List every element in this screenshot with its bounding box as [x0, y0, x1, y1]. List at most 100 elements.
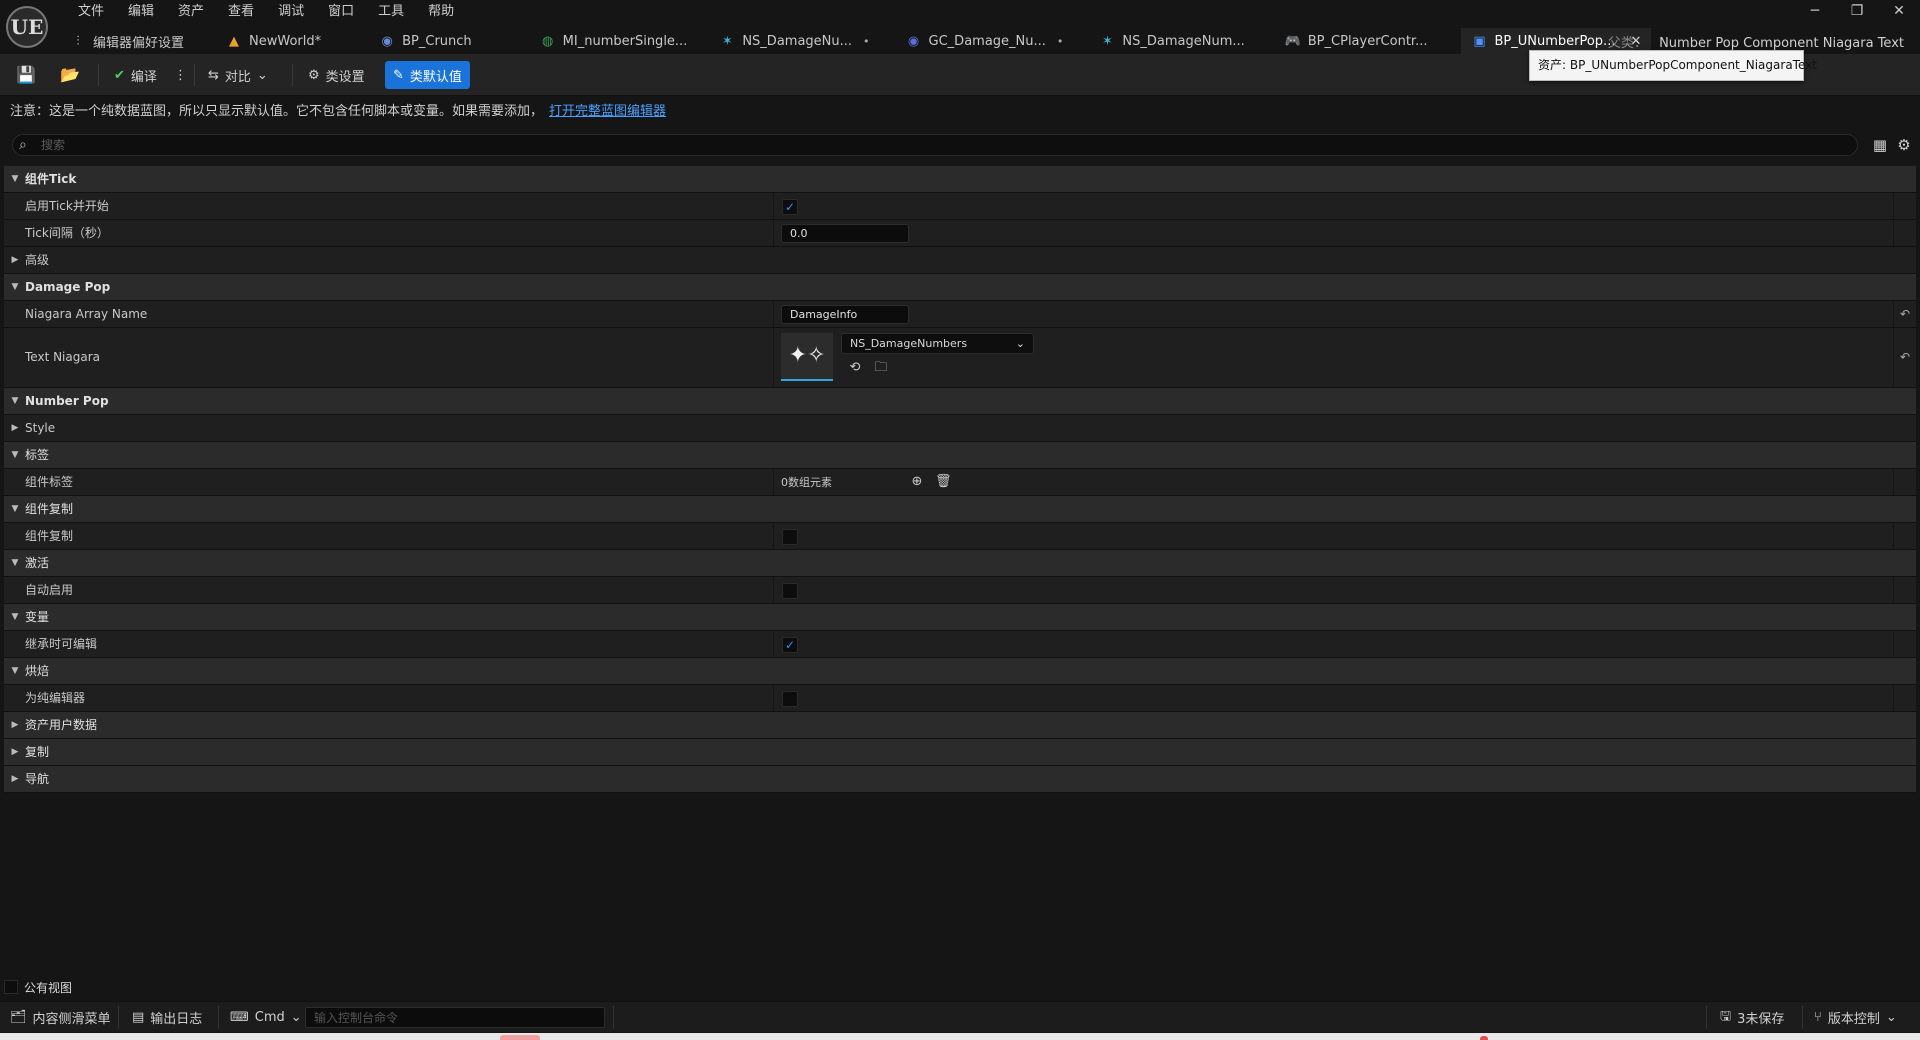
- niagara-asset-thumbnail[interactable]: ✦✧: [781, 333, 833, 381]
- diff-button[interactable]: ⇆ 对比 ⌄: [200, 62, 276, 88]
- auto-activate-checkbox[interactable]: [782, 583, 798, 599]
- collapsed-arrow-icon: ▶: [11, 774, 19, 784]
- property-label: 自动启用: [25, 583, 74, 597]
- tab-bp-cplayer-contr[interactable]: 🎮 BP_CPlayerContr...: [1275, 28, 1438, 54]
- category-replication[interactable]: ▶ 复制: [4, 739, 1916, 766]
- tab-bp-crunch[interactable]: ◉ BP_Crunch: [369, 28, 482, 54]
- cmd-selector[interactable]: ⌨ Cmd ⌄: [222, 1002, 310, 1033]
- content-drawer-icon: 🗂: [10, 1010, 27, 1025]
- compile-button[interactable]: ✔ 编译: [106, 62, 165, 88]
- category-component-tick[interactable]: ▼ 组件Tick: [4, 166, 1916, 193]
- browse-asset-icon[interactable]: 📂: [58, 63, 82, 87]
- column-divider: [773, 577, 774, 603]
- output-log-label: 输出日志: [150, 1012, 203, 1027]
- output-log-button[interactable]: ▤ 输出日志: [124, 1002, 210, 1033]
- browse-to-asset-icon[interactable]: 🗀: [872, 359, 890, 377]
- unsaved-assets-button[interactable]: 🖫 3未保存: [1712, 1002, 1792, 1033]
- source-control-button[interactable]: ⑂ 版本控制 ⌄: [1806, 1002, 1905, 1033]
- minimize-button[interactable]: ─: [1794, 0, 1836, 24]
- blueprint-component-icon: ▣: [1473, 33, 1486, 49]
- category-variable[interactable]: ▼ 变量: [4, 604, 1916, 631]
- menu-help[interactable]: 帮助: [416, 2, 466, 22]
- search-row: ⌕ ▦ ⚙: [0, 134, 1920, 156]
- category-activation[interactable]: ▼ 激活: [4, 550, 1916, 577]
- property-label: 继承时可编辑: [25, 637, 98, 651]
- output-log-icon: ▤: [132, 1010, 145, 1025]
- tab-editor-preferences[interactable]: ⫶ 编辑器偏好设置: [60, 28, 194, 54]
- category-label: 标签: [25, 448, 50, 462]
- category-damage-pop[interactable]: ▼ Damage Pop: [4, 274, 1916, 301]
- category-asset-user-data[interactable]: ▶ 资产用户数据: [4, 712, 1916, 739]
- settings-gear-icon[interactable]: ⚙: [1894, 135, 1914, 155]
- menu-debug[interactable]: 调试: [266, 2, 316, 22]
- add-element-icon[interactable]: ⊕: [909, 474, 925, 490]
- unsaved-label: 3未保存: [1737, 1012, 1785, 1027]
- menu-edit[interactable]: 编辑: [116, 2, 166, 22]
- open-full-editor-link[interactable]: 打开完整蓝图编辑器: [549, 104, 666, 119]
- reset-to-default-icon[interactable]: ↶: [1898, 350, 1912, 364]
- use-selected-asset-icon[interactable]: ⟲: [846, 359, 864, 377]
- property-text-niagara: Text Niagara ✦✧ NS_DamageNumbers ⌄ ⟲ 🗀 ↶: [4, 328, 1916, 388]
- parent-class-value[interactable]: Number Pop Component Niagara Text: [1659, 36, 1904, 51]
- public-view-checkbox[interactable]: [4, 980, 18, 994]
- menu-asset[interactable]: 资产: [166, 2, 216, 22]
- start-with-tick-checkbox[interactable]: ✓: [782, 199, 798, 215]
- public-view-label: 公有视图: [24, 980, 73, 995]
- menu-tools[interactable]: 工具: [366, 2, 416, 22]
- save-icon[interactable]: 💾: [14, 63, 38, 87]
- column-divider: [1893, 220, 1894, 246]
- delete-all-icon[interactable]: 🗑: [935, 474, 952, 490]
- column-divider: [1893, 193, 1894, 219]
- collapsed-arrow-icon: ▶: [11, 255, 19, 265]
- category-label: 导航: [25, 772, 50, 786]
- chevron-down-icon: ⌄: [256, 67, 268, 83]
- search-box: ⌕: [12, 134, 1858, 156]
- category-advanced[interactable]: ▶ 高级: [4, 247, 1916, 274]
- column-divider: [773, 301, 774, 327]
- material-instance-icon: ◍: [542, 33, 554, 49]
- status-divider: [613, 1006, 614, 1029]
- menu-bar: 文件 编辑 资产 查看 调试 窗口 工具 帮助: [66, 2, 466, 22]
- reset-to-default-icon[interactable]: ↶: [1898, 307, 1912, 321]
- diff-label: 对比: [224, 69, 251, 85]
- column-divider: [773, 523, 774, 549]
- category-style[interactable]: ▶ Style: [4, 415, 1916, 442]
- restore-button[interactable]: ❐: [1836, 0, 1878, 24]
- parent-class: 父类： Number Pop Component Niagara Text: [1608, 32, 1904, 51]
- category-navigation[interactable]: ▶ 导航: [4, 766, 1916, 793]
- text-niagara-asset-picker[interactable]: NS_DamageNumbers ⌄: [841, 333, 1034, 354]
- close-window-button[interactable]: ✕: [1878, 0, 1920, 24]
- category-cooking[interactable]: ▼ 烘焙: [4, 658, 1916, 685]
- tab-newworld[interactable]: ▲ NewWorld*: [216, 28, 331, 54]
- search-input[interactable]: [41, 137, 1841, 153]
- status-divider: [218, 1006, 219, 1029]
- unreal-logo-icon[interactable]: UE: [6, 6, 48, 48]
- tab-mi-number-single[interactable]: ◍ MI_numberSingle...: [530, 28, 698, 54]
- console-command-input[interactable]: [305, 1007, 605, 1028]
- editor-only-checkbox[interactable]: [782, 691, 798, 707]
- tab-ns-damage-num[interactable]: ✶ NS_DamageNum...: [1089, 28, 1254, 54]
- property-label: 组件标签: [25, 475, 74, 489]
- content-drawer-button[interactable]: 🗂 内容侧滑菜单: [2, 1002, 119, 1033]
- tab-gc-damage-nu[interactable]: ◉ GC_Damage_Nu... •: [896, 28, 1074, 54]
- category-tags[interactable]: ▼ 标签: [4, 442, 1916, 469]
- expanded-arrow-icon: ▼: [11, 174, 19, 184]
- category-number-pop[interactable]: ▼ Number Pop: [4, 388, 1916, 415]
- public-view-toggle[interactable]: 公有视图: [4, 978, 72, 996]
- editable-when-inherited-checkbox[interactable]: ✓: [782, 637, 798, 653]
- menu-view[interactable]: 查看: [216, 2, 266, 22]
- compile-options-button[interactable]: ⋮: [170, 62, 191, 88]
- niagara-array-name-field[interactable]: DamageInfo: [781, 305, 909, 324]
- menu-file[interactable]: 文件: [66, 2, 116, 22]
- class-defaults-button[interactable]: ✎ 类默认值: [385, 61, 470, 89]
- category-label: 高级: [25, 253, 50, 267]
- table-view-icon[interactable]: ▦: [1870, 135, 1890, 155]
- tick-interval-field[interactable]: 0.0: [781, 224, 909, 243]
- component-replicates-checkbox[interactable]: [782, 529, 798, 545]
- category-component-replication[interactable]: ▼ 组件复制: [4, 496, 1916, 523]
- class-settings-button[interactable]: ⚙ 类设置: [300, 62, 373, 88]
- category-label: Style: [25, 421, 56, 435]
- toolbar-divider: [98, 64, 99, 86]
- tab-ns-damage-nu[interactable]: ✶ NS_DamageNu... •: [709, 28, 879, 54]
- menu-window[interactable]: 窗口: [316, 2, 366, 22]
